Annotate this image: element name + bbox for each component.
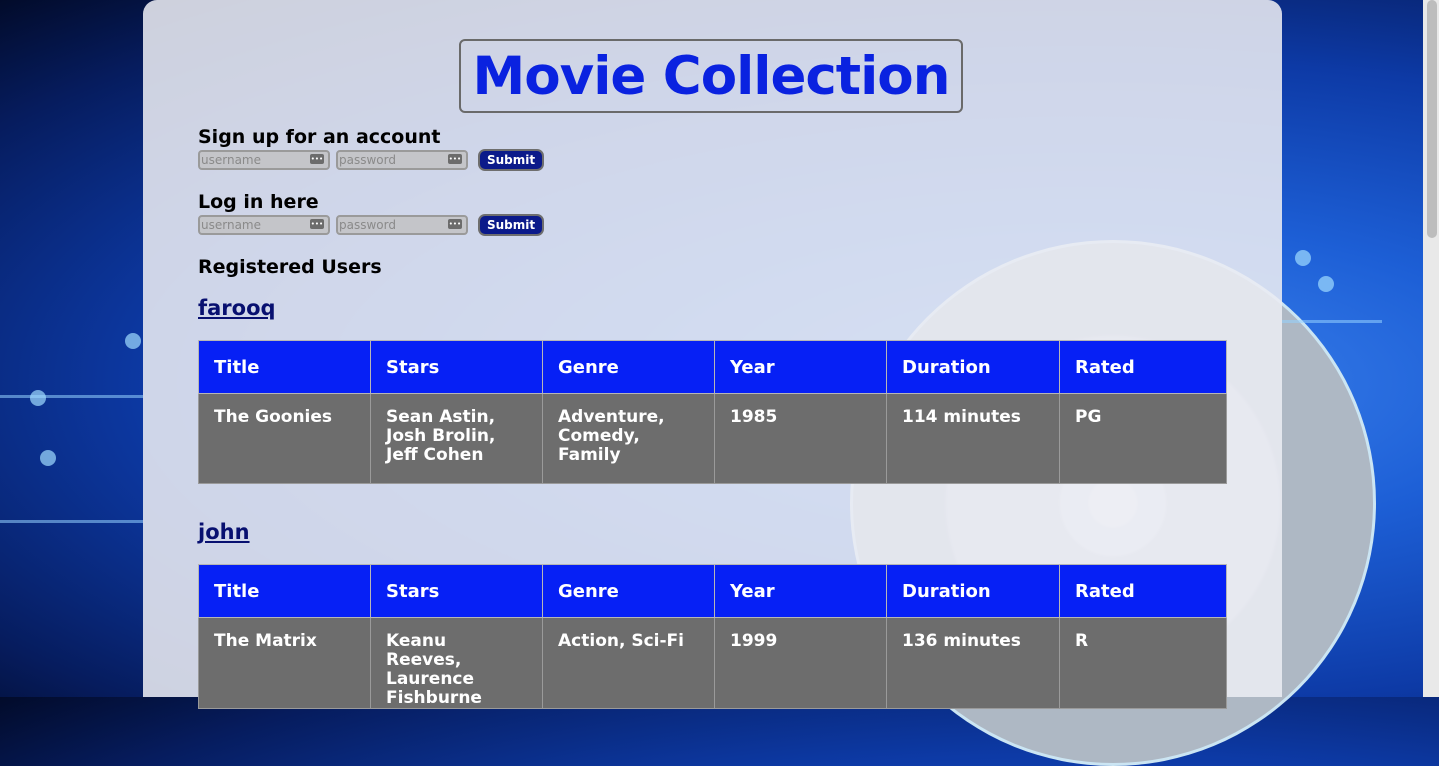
signup-username-input[interactable] xyxy=(200,152,301,168)
column-header-duration: Duration xyxy=(886,340,1060,394)
cell-rated: PG xyxy=(1059,393,1227,484)
column-header-duration: Duration xyxy=(886,564,1060,618)
cell-stars: Sean Astin, Josh Brolin, Jeff Cohen xyxy=(370,393,543,484)
key-icon: ••• xyxy=(448,219,462,229)
table-row: The Goonies Sean Astin, Josh Brolin, Jef… xyxy=(198,393,1227,484)
vertical-scrollbar[interactable] xyxy=(1423,0,1439,697)
login-form: ••• ••• Submit xyxy=(198,214,545,236)
circuit-dot xyxy=(40,450,56,466)
signup-submit-button[interactable]: Submit xyxy=(478,149,545,171)
signup-username-field[interactable]: ••• xyxy=(198,150,330,170)
circuit-dot xyxy=(125,333,141,349)
movies-table-farooq: Title Stars Genre Year Duration Rated Th… xyxy=(198,340,1227,484)
registered-users-heading: Registered Users xyxy=(198,256,382,278)
circuit-line xyxy=(1282,320,1382,323)
circuit-line xyxy=(0,520,143,523)
cell-year: 1999 xyxy=(714,617,887,709)
page-title: Movie Collection xyxy=(472,45,951,107)
user-link-farooq[interactable]: farooq xyxy=(198,296,276,320)
login-password-input[interactable] xyxy=(338,217,439,233)
key-icon: ••• xyxy=(310,154,324,164)
circuit-dot xyxy=(1295,250,1311,266)
page-title-box: Movie Collection xyxy=(459,39,963,113)
cell-rated: R xyxy=(1059,617,1227,709)
scrollbar-thumb[interactable] xyxy=(1427,0,1437,238)
column-header-rated: Rated xyxy=(1059,564,1227,618)
signup-password-input[interactable] xyxy=(338,152,439,168)
table-header-row: Title Stars Genre Year Duration Rated xyxy=(198,564,1227,618)
cell-genre: Action, Sci-Fi xyxy=(542,617,715,709)
main-panel: Movie Collection Sign up for an account … xyxy=(143,0,1282,709)
signup-heading: Sign up for an account xyxy=(198,126,441,148)
login-password-field[interactable]: ••• xyxy=(336,215,468,235)
column-header-stars: Stars xyxy=(370,340,543,394)
key-icon: ••• xyxy=(448,154,462,164)
column-header-rated: Rated xyxy=(1059,340,1227,394)
cell-duration: 136 minutes xyxy=(886,617,1060,709)
cell-duration: 114 minutes xyxy=(886,393,1060,484)
signup-form: ••• ••• Submit xyxy=(198,149,545,171)
cell-title: The Matrix xyxy=(198,617,371,709)
cell-year: 1985 xyxy=(714,393,887,484)
table-header-row: Title Stars Genre Year Duration Rated xyxy=(198,340,1227,394)
circuit-dot xyxy=(1318,276,1334,292)
column-header-title: Title xyxy=(198,340,371,394)
key-icon: ••• xyxy=(310,219,324,229)
login-heading: Log in here xyxy=(198,191,319,213)
column-header-genre: Genre xyxy=(542,340,715,394)
login-username-input[interactable] xyxy=(200,217,301,233)
column-header-year: Year xyxy=(714,340,887,394)
cell-title: The Goonies xyxy=(198,393,371,484)
login-username-field[interactable]: ••• xyxy=(198,215,330,235)
column-header-year: Year xyxy=(714,564,887,618)
circuit-line xyxy=(0,395,143,398)
circuit-dot xyxy=(30,390,46,406)
signup-password-field[interactable]: ••• xyxy=(336,150,468,170)
movies-table-john: Title Stars Genre Year Duration Rated Th… xyxy=(198,564,1227,709)
table-row: The Matrix Keanu Reeves, Laurence Fishbu… xyxy=(198,617,1227,709)
cell-stars: Keanu Reeves, Laurence Fishburne xyxy=(370,617,543,709)
cell-genre: Adventure, Comedy, Family xyxy=(542,393,715,484)
column-header-title: Title xyxy=(198,564,371,618)
column-header-stars: Stars xyxy=(370,564,543,618)
column-header-genre: Genre xyxy=(542,564,715,618)
user-link-john[interactable]: john xyxy=(198,520,250,544)
login-submit-button[interactable]: Submit xyxy=(478,214,545,236)
